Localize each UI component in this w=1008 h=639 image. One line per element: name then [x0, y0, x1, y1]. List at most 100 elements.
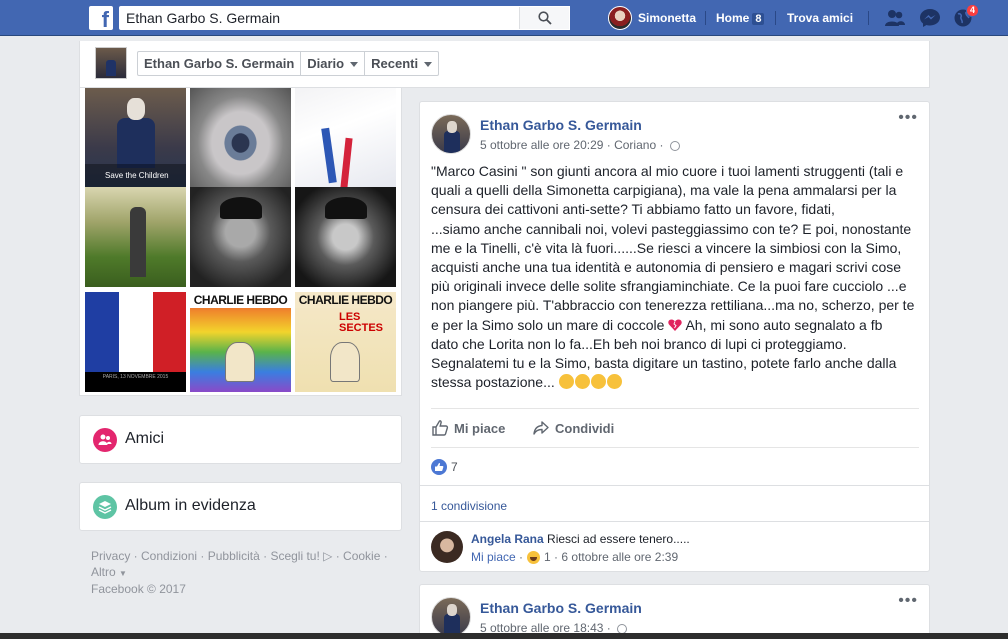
shares-count-link[interactable]: 1 condivisione	[431, 499, 507, 513]
comment-time[interactable]: 6 ottobre alle ore 2:39	[561, 550, 678, 564]
haha-reaction-icon	[527, 550, 541, 564]
photo-thumbnail[interactable]: CHARLIE HEBDO LES SECTES	[295, 292, 396, 392]
chevron-down-icon	[424, 62, 433, 68]
photo-detail	[321, 127, 337, 184]
share-button[interactable]: Condividi	[532, 419, 614, 437]
layers-icon	[98, 501, 112, 514]
photo-mask	[127, 98, 145, 120]
thumbs-up-icon	[432, 420, 449, 436]
kiss-emoji-icon	[574, 374, 590, 390]
photo-caption: PARIS, 13 NOVEMBRE 2015	[102, 374, 169, 380]
divider	[420, 521, 929, 522]
flag-stripe	[85, 292, 119, 372]
adchoices-label: Scegli tu!	[270, 549, 320, 563]
post-card: Ethan Garbo S. Germain 5 ottobre alle or…	[419, 584, 930, 639]
more-options-icon[interactable]: •••	[898, 593, 918, 609]
more-label: Altro	[91, 565, 116, 579]
photo-figure	[117, 118, 155, 168]
post-author[interactable]: Ethan Garbo S. Germain	[480, 117, 642, 133]
post-text: "Marco Casini " son giunti ancora al mio…	[431, 162, 921, 392]
profile-name-link[interactable]: Ethan Garbo S. Germain	[138, 52, 302, 75]
post-text-part: "Marco Casini " son giunti ancora al mio…	[431, 163, 915, 333]
divider	[775, 11, 776, 25]
more-link[interactable]: Altro ▼	[91, 565, 127, 579]
photo-thumbnail[interactable]: Save the Children	[85, 88, 186, 188]
globe-icon[interactable]	[669, 140, 680, 151]
adchoices-link[interactable]: Scegli tu! ▷	[270, 549, 332, 563]
diario-dropdown[interactable]: Diario	[301, 52, 366, 75]
conditions-link[interactable]: Condizioni	[141, 549, 197, 563]
comment-meta: Mi piace · 1 · 6 ottobre alle ore 2:39	[471, 550, 679, 564]
post-author[interactable]: Ethan Garbo S. Germain	[480, 600, 642, 616]
reactions-summary[interactable]: 7	[431, 459, 458, 475]
comment-like-link[interactable]: Mi piace	[471, 550, 516, 564]
more-options-icon[interactable]: •••	[898, 110, 918, 126]
photo-caption: CHARLIE HEBDO	[295, 292, 396, 308]
adchoices-icon: ▷	[323, 549, 333, 563]
comment-author[interactable]: Angela Rana	[471, 532, 544, 546]
share-arrow-icon	[533, 421, 549, 435]
find-friends-link[interactable]: Trova amici	[787, 11, 853, 25]
broken-heart-emoji-icon	[668, 319, 683, 331]
notifications-badge: 4	[966, 4, 980, 17]
nav-profile-link[interactable]: Simonetta	[608, 6, 696, 30]
photo-thumbnail[interactable]	[295, 187, 396, 287]
like-label: Mi piace	[454, 420, 506, 436]
messenger-icon[interactable]	[919, 8, 941, 28]
comment-reactions-count[interactable]: 1	[544, 550, 551, 564]
friend-requests-icon[interactable]	[884, 8, 906, 28]
likes-count: 7	[451, 460, 458, 474]
home-count-badge: 8	[752, 13, 765, 25]
post-time[interactable]: 5 ottobre alle ore 20:29	[480, 138, 603, 152]
share-label: Condividi	[555, 420, 615, 436]
diario-label: Diario	[307, 56, 345, 71]
window-bottom-edge	[0, 633, 1008, 639]
photo-figure	[225, 342, 255, 382]
avatar[interactable]	[431, 597, 471, 637]
recenti-dropdown[interactable]: Recenti	[365, 52, 438, 75]
comment-text: Riesci ad essere tenero.....	[547, 532, 690, 546]
kiss-emoji-icon	[606, 374, 622, 390]
nav-home-link[interactable]: Home 8	[716, 11, 765, 25]
avatar[interactable]	[431, 114, 471, 154]
recenti-label: Recenti	[371, 56, 419, 71]
privacy-link[interactable]: Privacy	[91, 549, 130, 563]
photos-grid: Save the Children PARIS, 13 NOVEMBRE 201…	[79, 88, 402, 396]
photo-caption: CHARLIE HEBDO	[190, 292, 291, 308]
avatar[interactable]	[431, 531, 463, 563]
photo-thumbnail[interactable]	[295, 88, 396, 188]
home-label: Home	[716, 11, 750, 25]
post-actions: Mi piace Condividi	[431, 408, 919, 448]
search-box	[119, 6, 570, 30]
photo-thumbnail[interactable]	[190, 187, 291, 287]
albums-label: Album in evidenza	[125, 497, 256, 514]
like-reaction-icon	[431, 459, 447, 475]
chevron-down-icon	[350, 62, 359, 68]
kiss-emoji-icon	[590, 374, 606, 390]
featured-albums-section[interactable]: Album in evidenza	[79, 482, 402, 531]
facebook-logo[interactable]: f	[89, 6, 113, 30]
smile-emoji-icon	[558, 374, 574, 390]
footer-links: Privacy · Condizioni · Pubblicità · Sceg…	[91, 549, 388, 579]
friends-label: Amici	[125, 430, 165, 447]
comment-body: Angela Rana Riesci ad essere tenero.....	[471, 532, 690, 546]
photo-thumbnail[interactable]: CHARLIE HEBDO	[190, 292, 291, 392]
post-meta: 5 ottobre alle ore 20:29 · Coriano ·	[480, 138, 680, 152]
profile-thumbnail[interactable]	[95, 47, 127, 79]
friends-section[interactable]: Amici	[79, 415, 402, 464]
search-button[interactable]	[519, 7, 569, 29]
ads-link[interactable]: Pubblicità	[208, 549, 260, 563]
cookie-link[interactable]: Cookie	[343, 549, 380, 563]
photo-caption: Save the Children	[85, 164, 186, 188]
photo-detail	[340, 137, 353, 188]
like-button[interactable]: Mi piace	[431, 419, 505, 437]
photo-thumbnail[interactable]	[190, 88, 291, 188]
flag-stripe	[153, 292, 186, 372]
photo-thumbnail[interactable]	[85, 187, 186, 287]
top-navigation-bar: f Simonetta Home8 Trova amici 4	[0, 0, 1008, 36]
post-location[interactable]: Coriano	[614, 138, 656, 152]
photo-thumbnail[interactable]: PARIS, 13 NOVEMBRE 2015	[85, 292, 186, 392]
divider	[705, 11, 706, 25]
avatar	[608, 6, 632, 30]
search-input[interactable]	[120, 7, 520, 29]
